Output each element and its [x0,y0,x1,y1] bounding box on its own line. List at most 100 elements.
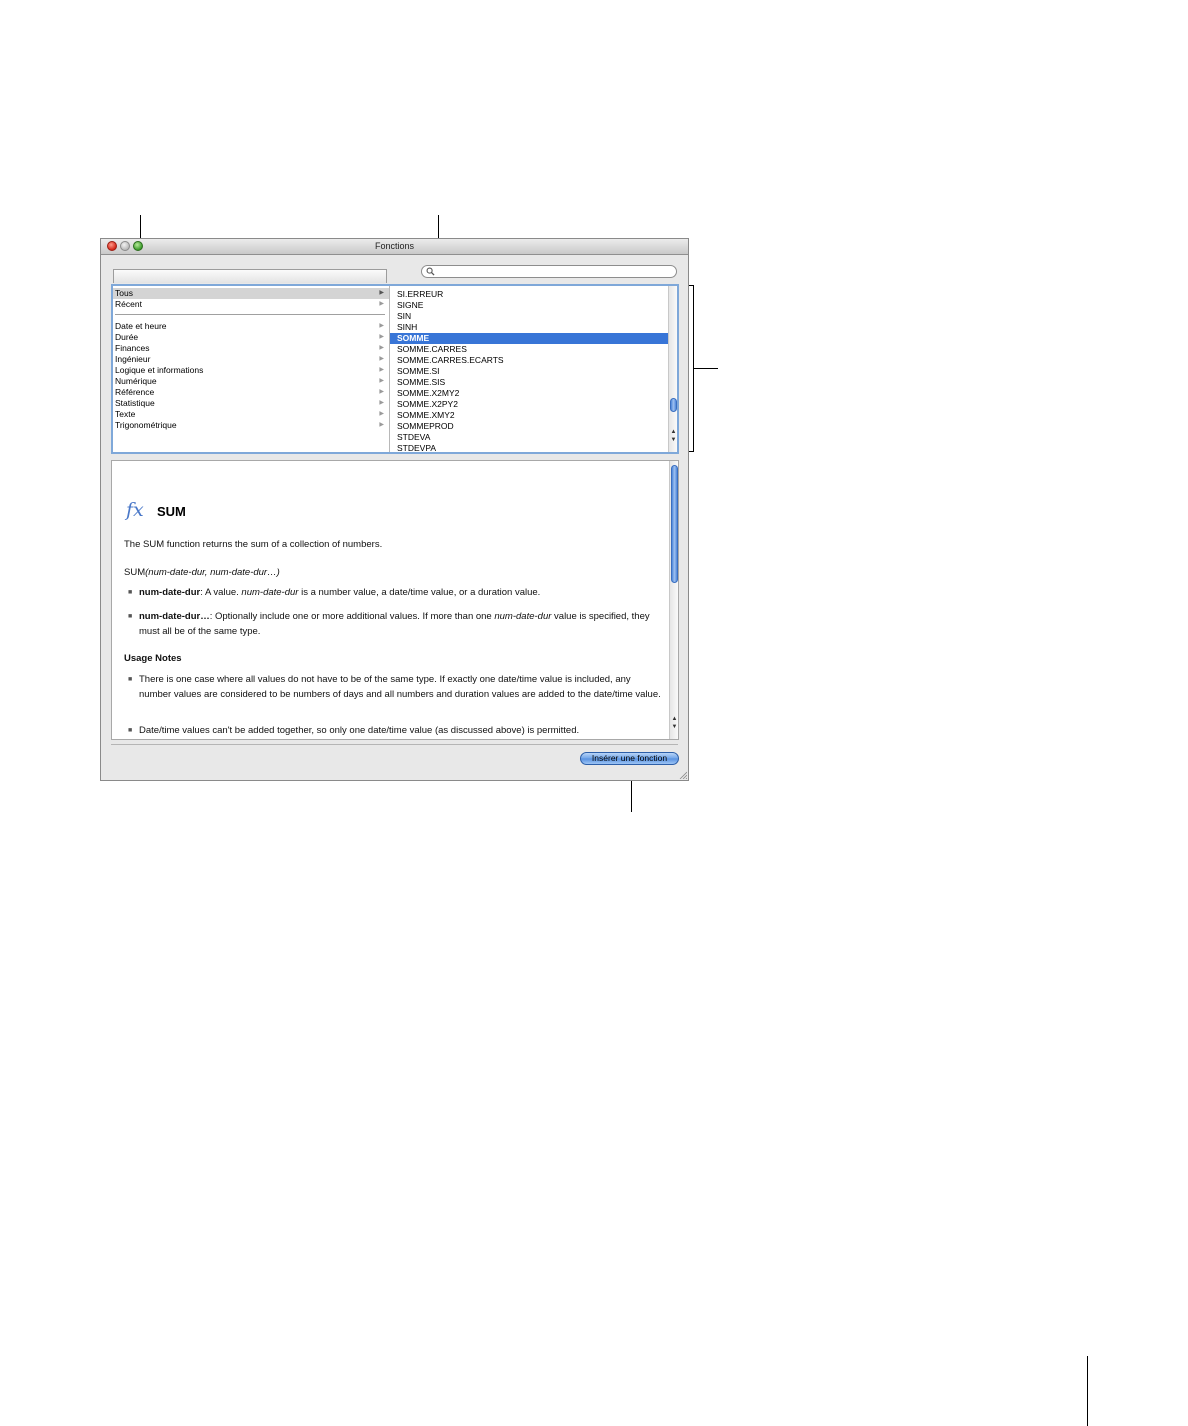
category-column-header [113,269,387,283]
footer-divider [111,744,678,745]
function-list-scroll-thumb[interactable] [670,398,677,412]
function-item-label: SIN [397,311,412,321]
scroll-up-arrow-icon[interactable]: ▲ [669,428,677,436]
function-item-label: SIGNE [397,300,424,310]
disclosure-arrow-icon: ▶ [379,301,384,307]
function-item-label: SINH [397,322,418,332]
category-item[interactable]: Statistique ▶ [113,398,389,409]
function-item[interactable]: SOMME.SI [390,366,669,377]
function-item[interactable]: SIN [390,311,669,322]
argument-2-italic: num-date-dur [494,611,552,622]
functions-window: Fonctions Tous ▶ Récent ▶ Date et heure ▶ Duré… [100,238,689,781]
category-item[interactable]: Trigonométrique ▶ [113,420,389,431]
function-description-pane: fx SUM The SUM function returns the sum … [111,460,679,740]
function-item-label: SOMMEPROD [397,421,454,431]
category-item-label: Ingénieur [115,354,151,364]
function-item-label: SOMME.X2PY2 [397,399,458,409]
function-syntax: SUM(num-date-dur, num-date-dur…) [124,566,280,581]
function-item[interactable]: SIGNE [390,300,669,311]
category-item-label: Référence [115,387,155,397]
argument-2-name: num-date-dur… [139,611,210,622]
function-item-label: SI.ERREUR [397,289,444,299]
function-item[interactable]: SI.ERREUR [390,289,669,300]
usage-note-2: Date/time values can't be added together… [139,725,580,736]
disclosure-arrow-icon: ▶ [379,290,384,296]
function-fx-icon: fx [126,499,144,521]
category-item-label: Numérique [115,376,157,386]
usage-note-1: There is one case where all values do no… [139,674,661,700]
function-item[interactable]: SOMME.XMY2 [390,410,669,421]
disclosure-arrow-icon: ▶ [379,334,384,340]
category-item[interactable]: Texte ▶ [113,409,389,420]
category-item[interactable]: Logique et informations ▶ [113,365,389,376]
category-separator [115,314,385,315]
function-item[interactable]: SOMME.SIS [390,377,669,388]
function-name: SUM [157,504,186,519]
category-item-label: Finances [115,343,150,353]
category-item-label: Statistique [115,398,155,408]
scroll-up-arrow-icon[interactable]: ▲ [670,715,678,723]
function-item[interactable]: STDEVPA [390,443,669,452]
description-scrollbar[interactable]: ▲ ▼ [669,461,678,739]
category-item[interactable]: Date et heure ▶ [113,321,389,332]
disclosure-arrow-icon: ▶ [379,411,384,417]
category-item[interactable]: Numérique ▶ [113,376,389,387]
bullet-icon: ■ [128,613,133,620]
syntax-args: (num-date-dur, num-date-dur…) [145,567,280,578]
category-item[interactable]: Récent ▶ [113,299,389,310]
function-browser: Tous ▶ Récent ▶ Date et heure ▶ Durée ▶ Finances… [111,284,679,454]
function-item[interactable]: SOMME.X2PY2 [390,399,669,410]
function-item[interactable]: SOMMEPROD [390,421,669,432]
category-list[interactable]: Tous ▶ Récent ▶ Date et heure ▶ Durée ▶ Finances… [113,286,390,452]
disclosure-arrow-icon: ▶ [379,345,384,351]
argument-1-italic: num-date-dur [241,587,299,598]
disclosure-arrow-icon: ▶ [379,367,384,373]
function-item[interactable]: SOMME.CARRES [390,344,669,355]
function-summary: The SUM function returns the sum of a co… [124,539,383,550]
insert-function-button[interactable]: Insérer une fonction [580,752,679,765]
bullet-icon: ■ [128,727,133,734]
bullet-icon: ■ [128,589,133,596]
argument-1-text-b: is a number value, a date/time value, or… [298,587,541,598]
function-item[interactable]: STDEVA [390,432,669,443]
category-item[interactable]: Durée ▶ [113,332,389,343]
function-item-label: SOMME.XMY2 [397,410,455,420]
category-item-label: Date et heure [115,321,167,331]
window-title: Fonctions [374,241,415,251]
category-item[interactable]: Finances ▶ [113,343,389,354]
function-item-label: SOMME.CARRES.ECARTS [397,355,504,365]
page-margin-rule [1087,1356,1088,1426]
category-item-label: Tous [115,288,133,298]
function-item[interactable]: SOMME.CARRES.ECARTS [390,355,669,366]
syntax-name: SUM [124,567,146,578]
category-item-label: Logique et informations [115,365,204,375]
argument-2-text-a: : Optionally include one or more additio… [209,611,495,622]
category-item[interactable]: Ingénieur ▶ [113,354,389,365]
function-item-label: SOMME.X2MY2 [397,388,460,398]
function-item[interactable]: SOMME.X2MY2 [390,388,669,399]
category-item[interactable]: Tous ▶ [113,288,389,299]
function-item-label: SOMME.CARRES [397,344,467,354]
disclosure-arrow-icon: ▶ [379,389,384,395]
function-item-label: STDEVA [397,432,431,442]
search-field[interactable] [421,265,677,278]
category-item[interactable]: Référence ▶ [113,387,389,398]
resize-grip-icon[interactable] [679,771,687,779]
function-list[interactable]: STDEVPA STDEVA SOMMEPROD SOMME.XMY2 SOMME.X2… [390,286,677,452]
callout-line-functions [694,368,718,369]
bullet-icon: ■ [128,676,133,683]
scroll-down-arrow-icon[interactable]: ▼ [670,723,678,731]
category-item-label: Trigonométrique [115,420,177,430]
description-scroll-thumb[interactable] [671,465,678,583]
function-list-scrollbar[interactable]: ▲ ▼ [668,286,677,452]
function-item[interactable]: SINH [390,322,669,333]
disclosure-arrow-icon: ▶ [379,356,384,362]
function-item[interactable]: SOMME [390,333,669,344]
disclosure-arrow-icon: ▶ [379,422,384,428]
argument-1-name: num-date-dur [139,587,201,598]
title-bar[interactable]: Fonctions [101,239,688,255]
category-item-label: Récent [115,299,142,309]
scroll-down-arrow-icon[interactable]: ▼ [669,436,677,444]
function-item-label: SOMME [397,333,430,343]
function-item-label: SOMME.SIS [397,377,446,387]
